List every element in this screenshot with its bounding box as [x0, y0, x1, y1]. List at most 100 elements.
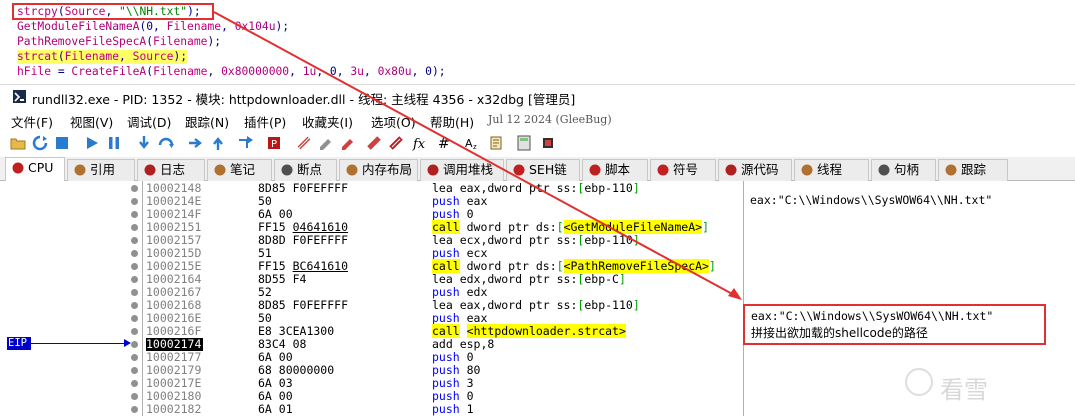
tab-breakpoint[interactable]: 断点	[274, 159, 337, 181]
step-over-icon[interactable]	[158, 135, 174, 151]
breakpoint-dot-icon[interactable]	[131, 185, 138, 192]
pause-icon[interactable]	[106, 135, 122, 151]
tab-handles[interactable]: 句柄	[871, 159, 936, 181]
label-icon[interactable]	[340, 135, 356, 151]
breakpoint-dot-icon[interactable]	[131, 302, 138, 309]
run-icon[interactable]	[84, 135, 100, 151]
stop-icon[interactable]	[54, 135, 70, 151]
instruction-part: [	[556, 220, 564, 234]
trace-into-icon[interactable]	[188, 135, 204, 151]
menu-file[interactable]: 文件(F)	[11, 112, 53, 131]
disasm-row[interactable]: 10002177 6A 00 push 0	[0, 351, 743, 364]
execute-till-return-icon[interactable]	[238, 135, 254, 151]
breakpoint-dot-icon[interactable]	[131, 237, 138, 244]
instruction-part: ecx	[459, 246, 488, 260]
instruction-part: call	[432, 220, 460, 234]
tab-trace[interactable]: 跟踪	[938, 159, 1008, 181]
menu-view[interactable]: 视图(V)	[70, 112, 113, 131]
opcode-text: 6A 03	[258, 376, 293, 390]
opcode-text: 6A 01	[258, 402, 293, 416]
tab-label: 符号	[673, 162, 699, 177]
breakpoint-dot-icon[interactable]	[131, 380, 138, 387]
disasm-row[interactable]: 1000216E 50 push eax	[0, 312, 743, 325]
disasm-row[interactable]: 10002168 8D85 F0FEFFFF lea eax,dword ptr s…	[0, 299, 743, 312]
opcode-text: FF15	[258, 220, 293, 234]
trace-over-icon[interactable]	[210, 135, 226, 151]
breakpoint-dot-icon[interactable]	[131, 354, 138, 361]
breakpoint-dot-icon[interactable]	[131, 406, 138, 413]
tab-memory-map[interactable]: 内存布局	[339, 159, 418, 181]
instruction-part: add	[432, 337, 453, 351]
code-token: Filename	[166, 20, 222, 33]
code-token: Filename	[153, 35, 208, 48]
tab-seh[interactable]: SEH链	[506, 159, 580, 181]
run-to-user-icon[interactable]: P	[266, 135, 282, 151]
cpu-chip-icon[interactable]	[540, 135, 556, 151]
tab-script-tab[interactable]: 脚本	[582, 159, 648, 181]
breakpoint-dot-icon[interactable]	[131, 263, 138, 270]
svg-text:z: z	[473, 143, 477, 151]
font-icon[interactable]: Az	[464, 135, 480, 151]
restart-icon[interactable]	[32, 135, 48, 151]
instruction-part: edx,dword ptr ss:	[452, 272, 578, 286]
script-icon[interactable]	[488, 135, 504, 151]
disasm-row[interactable]: 10002164 8D55 F4 lea edx,dword ptr ss:[ebp…	[0, 273, 743, 286]
disasm-row[interactable]: 10002148 8D85 F0FEFFFF lea eax,dword ptr s…	[0, 182, 743, 195]
disasm-row[interactable]: 1000216F E8 3CEA1300 call <httpdownloader.…	[0, 324, 743, 338]
bookmark-icon[interactable]	[366, 135, 382, 151]
breakpoint-dot-icon[interactable]	[131, 276, 138, 283]
tab-call-stack[interactable]: 调用堆栈	[420, 159, 504, 181]
tab-references[interactable]: 引用	[67, 159, 135, 181]
calculator-icon[interactable]	[516, 135, 532, 151]
code-token: PathRemoveFileSpecA	[17, 35, 147, 48]
disasm-row[interactable]: 1000217E 6A 03 push 3	[0, 377, 743, 390]
comment-eax: eax:"C:\\Windows\\SysWOW64\\NH.txt"	[750, 193, 993, 207]
tab-notes[interactable]: 笔记	[207, 159, 272, 181]
menu-trace[interactable]: 跟踪(N)	[185, 112, 229, 131]
menu-options[interactable]: 选项(O)	[371, 112, 416, 131]
step-into-icon[interactable]	[136, 135, 152, 151]
breakpoint-dot-icon[interactable]	[131, 250, 138, 257]
disasm-row[interactable]: 1000215E FF15 BC641610 call dword ptr ds:[…	[0, 259, 743, 273]
function-icon[interactable]	[388, 135, 404, 151]
comment-icon[interactable]	[318, 135, 334, 151]
menu-debug[interactable]: 调试(D)	[127, 112, 171, 131]
breakpoint-dot-icon[interactable]	[131, 198, 138, 205]
tab-log[interactable]: 日志	[137, 159, 205, 181]
disasm-row[interactable]: 10002180 6A 00 push 0	[0, 390, 743, 403]
opcode-text: 50	[258, 194, 272, 208]
instruction-part: push	[432, 376, 460, 390]
instruction-part: esp,8	[452, 337, 495, 351]
breakpoint-dot-icon[interactable]	[131, 224, 138, 231]
disasm-row[interactable]: 10002179 68 80000000 push 80	[0, 364, 743, 377]
code-line: strcat(Filename, Source);	[17, 50, 188, 64]
memory-map-icon	[346, 164, 358, 176]
tab-cpu[interactable]: CPU	[5, 157, 65, 182]
tab-threads[interactable]: 线程	[794, 159, 869, 181]
patch-icon[interactable]	[296, 135, 312, 151]
breakpoint-dot-icon[interactable]	[131, 328, 138, 335]
disasm-row[interactable]: 1000214E 50 push eax	[0, 195, 743, 208]
breakpoint-dot-icon[interactable]	[131, 211, 138, 218]
instruction-part: 80	[459, 363, 481, 377]
svg-text:P: P	[271, 139, 277, 150]
instruction-part: push	[432, 285, 460, 299]
disasm-row[interactable]: 10002157 8D8D F0FEFFFF lea ecx,dword ptr s…	[0, 234, 743, 247]
threads-icon	[801, 164, 813, 176]
breakpoint-dot-icon[interactable]	[131, 341, 138, 348]
menu-plugins[interactable]: 插件(P)	[244, 112, 286, 131]
tab-symbols[interactable]: 符号	[650, 159, 716, 181]
breakpoint-dot-icon[interactable]	[131, 367, 138, 374]
menu-favourites[interactable]: 收藏夹(I)	[302, 112, 353, 131]
instruction-part: ebp-110	[584, 298, 633, 312]
breakpoint-dot-icon[interactable]	[131, 289, 138, 296]
disasm-row[interactable]: 10002182 6A 01 push 1	[0, 403, 743, 416]
disasm-row[interactable]: 10002174 83C4 08 add esp,8	[0, 338, 743, 351]
open-icon[interactable]	[10, 135, 26, 151]
menu-help[interactable]: 帮助(H)	[430, 112, 474, 131]
tab-source[interactable]: 源代码	[718, 159, 792, 181]
breakpoint-dot-icon[interactable]	[131, 393, 138, 400]
hash-icon[interactable]: #	[436, 135, 452, 151]
breakpoint-dot-icon[interactable]	[131, 315, 138, 322]
fx-icon[interactable]: fx	[412, 135, 428, 151]
